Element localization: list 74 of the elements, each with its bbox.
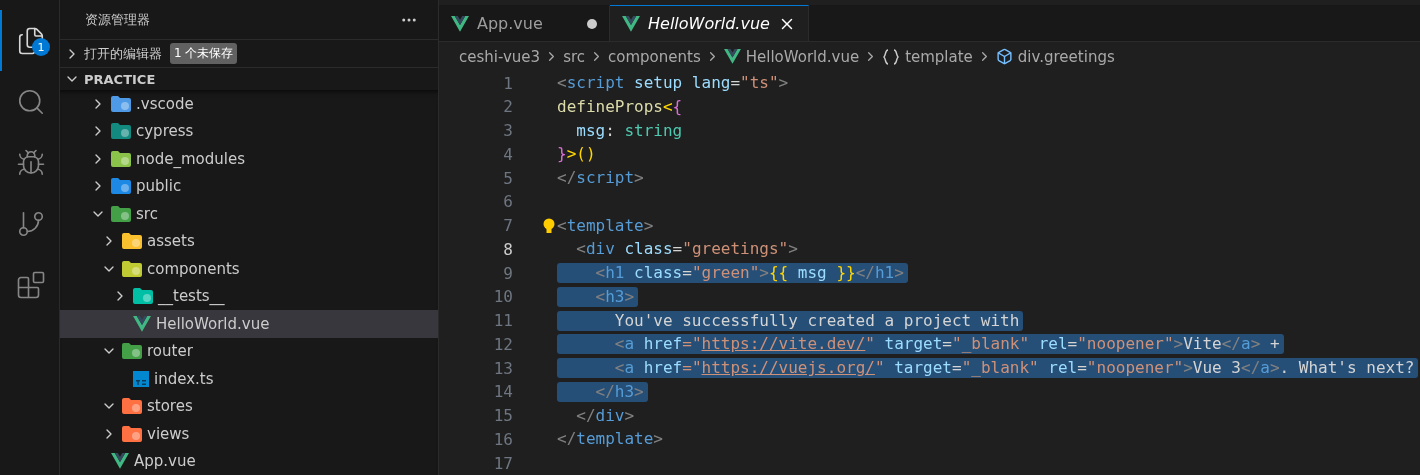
code-line: <script setup lang="ts"> (557, 73, 790, 94)
unsaved-badge: 1 个未保存 (170, 43, 238, 64)
folder-item[interactable]: assets (60, 227, 438, 255)
vue-icon (723, 49, 741, 65)
folder-item[interactable]: cypress (60, 117, 438, 145)
line-number: 4 (502, 144, 514, 164)
line-number: 1 (502, 73, 514, 93)
line-number: 9 (502, 263, 514, 283)
line-number: 13 (492, 358, 514, 378)
vue-icon (133, 315, 151, 332)
vue-icon (451, 15, 469, 32)
line-number: 14 (492, 382, 514, 402)
line-number: 17 (492, 453, 514, 473)
file-item[interactable]: index.ts (60, 365, 438, 393)
line-number: 16 (492, 429, 514, 449)
folder-icon (122, 425, 142, 442)
cube-icon (995, 48, 1013, 66)
line-number: 12 (492, 334, 514, 354)
code-line: </template> (557, 429, 664, 450)
blocks-icon[interactable] (15, 269, 46, 300)
folder-icon (111, 123, 131, 140)
line-number: 3 (502, 121, 514, 141)
breadcrumb[interactable]: template (882, 47, 973, 66)
code-line: </script> (557, 168, 645, 189)
folder-item[interactable]: stores (60, 392, 438, 420)
file-item[interactable]: App.vue (60, 447, 438, 475)
folder-item[interactable]: components (60, 255, 438, 283)
code-line: <div class="greetings"> (575, 239, 799, 260)
vue-icon (622, 15, 640, 32)
open-editors-header[interactable]: 打开的编辑器 1 个未保存 (60, 39, 438, 67)
folder-item[interactable]: router (60, 337, 438, 365)
editor-tab[interactable]: HelloWorld.vue (610, 5, 809, 42)
lightbulb-icon[interactable] (543, 217, 555, 234)
breadcrumb[interactable]: ceshi-vue3 (459, 47, 541, 66)
folder-icon (122, 343, 142, 360)
folder-icon (122, 398, 142, 415)
folder-item[interactable]: src (60, 200, 438, 228)
code-line: defineProps<{ (557, 96, 684, 117)
bug-icon[interactable] (15, 147, 46, 178)
project-header[interactable]: PRACTICE (60, 67, 438, 90)
folder-icon (133, 288, 153, 305)
folder-icon (122, 260, 142, 277)
line-number: 2 (502, 97, 514, 117)
line-number: 8 (502, 239, 514, 259)
typescript-icon (133, 370, 149, 387)
file-item[interactable]: HelloWorld.vue (60, 310, 438, 338)
folder-icon (111, 205, 131, 222)
code-line: <template> (557, 215, 655, 236)
folder-icon (111, 150, 131, 167)
breadcrumb[interactable]: div.greetings (995, 47, 1115, 66)
folder-item[interactable]: views (60, 420, 438, 448)
code-line: }>() (557, 144, 597, 165)
line-number: 6 (502, 192, 514, 212)
breadcrumb[interactable]: components (608, 47, 701, 66)
folder-icon (122, 233, 142, 250)
line-number: 15 (492, 406, 514, 426)
line-number: 11 (492, 311, 514, 331)
breadcrumb[interactable]: HelloWorld.vue (723, 47, 860, 66)
folder-item[interactable]: node_modules (60, 145, 438, 173)
folder-icon (111, 178, 131, 195)
breadcrumb[interactable]: src (563, 47, 586, 66)
folder-item[interactable]: .vscode (60, 90, 438, 118)
notification-badge: 1 (32, 38, 50, 56)
folder-icon (111, 95, 131, 112)
sidebar-title: 资源管理器 (85, 10, 150, 29)
braces-icon (882, 48, 901, 65)
folder-item[interactable]: __tests__ (60, 282, 438, 310)
line-number: 10 (492, 287, 514, 307)
vue-icon (111, 453, 129, 470)
code-line: </div> (575, 405, 636, 426)
line-number: 5 (502, 168, 514, 188)
code-line: msg: string (575, 120, 684, 141)
line-number: 7 (502, 216, 514, 236)
folder-item[interactable]: public (60, 172, 438, 200)
